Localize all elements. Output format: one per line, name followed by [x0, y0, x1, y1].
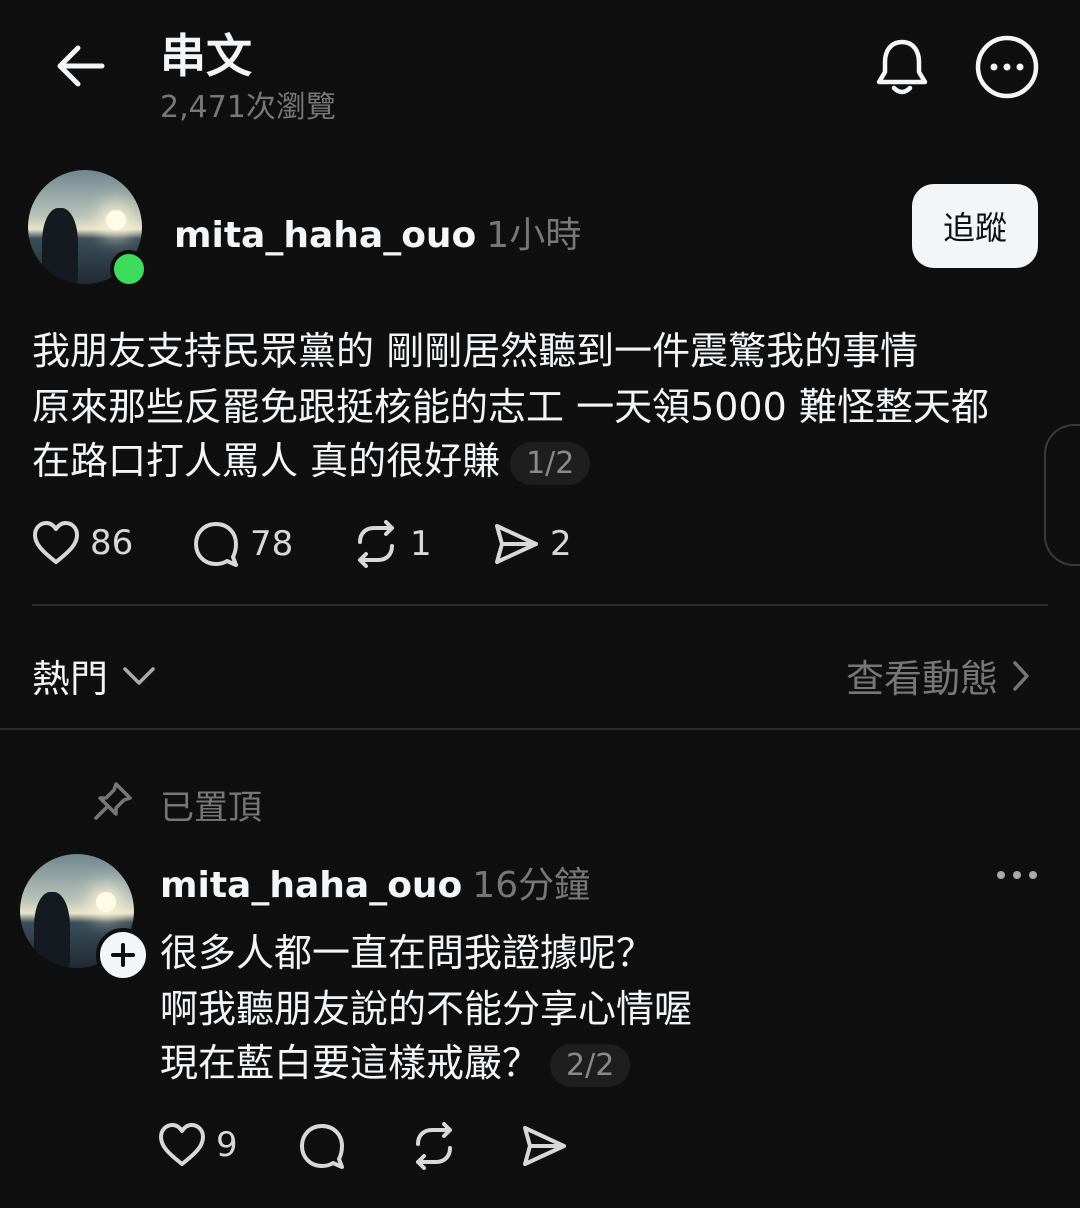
- chevron-right-icon: [1012, 660, 1030, 692]
- send-icon: [520, 1122, 568, 1170]
- reply-username[interactable]: mita_haha_ouo: [160, 865, 462, 906]
- reply-like-count: 9: [216, 1125, 238, 1165]
- chevron-down-icon: [122, 665, 156, 687]
- reply-text-row: 現在藍白要這樣戒嚴？ 2/2: [160, 1032, 631, 1087]
- heart-icon: [158, 1122, 206, 1168]
- view-count: 2,471次瀏覽: [160, 90, 336, 125]
- comment-bubble-icon: [192, 520, 240, 568]
- reply-text-line: 啊我聽朋友說的不能分享心情喔: [160, 987, 693, 1031]
- repost-button[interactable]: 1: [352, 520, 432, 568]
- repost-icon: [410, 1122, 458, 1170]
- view-activity-label: 查看動態: [846, 657, 999, 701]
- share-button[interactable]: 2: [492, 520, 572, 568]
- comment-count: 78: [250, 524, 294, 564]
- reply-text-line: 很多人都一直在問我證據呢？: [160, 931, 655, 975]
- reply-time: 16分鐘: [472, 865, 591, 906]
- pin-icon: [92, 780, 134, 822]
- side-scroll-handle[interactable]: [1044, 424, 1080, 566]
- send-icon: [492, 520, 540, 568]
- reply-like-button[interactable]: 9: [158, 1122, 238, 1168]
- view-activity-link[interactable]: 查看動態: [846, 648, 1030, 703]
- repost-count: 1: [410, 524, 432, 564]
- like-button[interactable]: 86: [32, 520, 133, 566]
- repost-icon: [352, 520, 400, 568]
- bell-icon[interactable]: [872, 36, 932, 98]
- reply-repost-button[interactable]: [410, 1122, 458, 1170]
- post-text-row: 在路口打人罵人 真的很好賺 1/2: [32, 430, 591, 485]
- share-count: 2: [550, 524, 572, 564]
- comment-button[interactable]: 78: [192, 520, 293, 568]
- comment-bubble-icon: [298, 1122, 346, 1170]
- reply-more-icon[interactable]: [996, 868, 1038, 882]
- reply-text-line: 現在藍白要這樣戒嚴？: [160, 1041, 541, 1085]
- thread-page-badge[interactable]: 2/2: [550, 1044, 631, 1087]
- post-username[interactable]: mita_haha_ouo: [174, 215, 476, 256]
- post-text-line: 在路口打人罵人 真的很好賺: [32, 439, 501, 483]
- follow-button[interactable]: 追蹤: [912, 184, 1038, 268]
- follow-plus-icon[interactable]: [96, 928, 150, 982]
- sort-dropdown[interactable]: 熱門: [32, 648, 156, 703]
- reply-share-button[interactable]: [520, 1122, 568, 1170]
- divider: [32, 604, 1048, 606]
- online-status-dot: [110, 250, 148, 288]
- thread-page-badge[interactable]: 1/2: [510, 442, 591, 485]
- section-divider: [0, 728, 1080, 730]
- reply-comment-button[interactable]: [298, 1122, 346, 1170]
- more-options-icon[interactable]: [974, 34, 1040, 100]
- page-title: 串文: [160, 29, 252, 83]
- post-text-line: 原來那些反罷免跟挺核能的志工 一天領5000 難怪整天都: [32, 385, 989, 429]
- post-text-line: 我朋友支持民眾黨的 剛剛居然聽到一件震驚我的事情: [32, 329, 919, 373]
- back-arrow-icon[interactable]: [52, 40, 108, 92]
- pinned-label: 已置頂: [160, 788, 262, 828]
- post-time: 1小時: [486, 215, 582, 256]
- sort-label: 熱門: [32, 657, 109, 701]
- like-count: 86: [90, 523, 134, 563]
- heart-icon: [32, 520, 80, 566]
